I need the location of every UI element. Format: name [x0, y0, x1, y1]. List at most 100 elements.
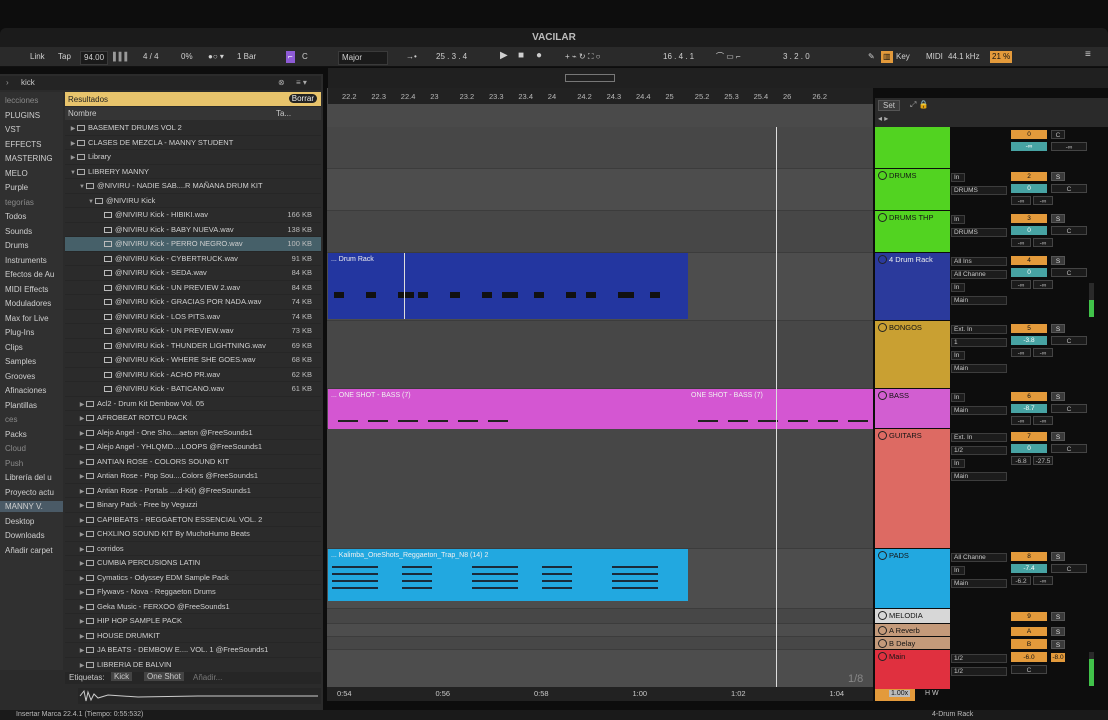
expand-arrow-icon[interactable]: ▶ [78, 659, 86, 671]
io-field[interactable]: 1/2 [951, 446, 1007, 455]
mixer-field[interactable]: -7.4 [1011, 564, 1047, 573]
stop-button[interactable]: ■ [518, 50, 524, 62]
places-item[interactable]: Moduladores [5, 298, 51, 309]
quantize-select[interactable]: 1 Bar [237, 51, 256, 63]
expand-arrow-icon[interactable]: ▶ [69, 137, 77, 150]
io-field[interactable]: In [951, 393, 965, 402]
expand-arrow-icon[interactable]: ▶ [78, 456, 86, 469]
track-fold-icon[interactable] [878, 639, 887, 648]
tempo-field[interactable]: 94.00 [80, 51, 109, 65]
loop-length-field[interactable]: 3 . 2 . 0 [783, 51, 810, 63]
mixer-field[interactable]: -6.8 [1011, 456, 1031, 465]
expand-arrow-icon[interactable]: ▶ [78, 586, 86, 599]
mixer-field[interactable]: S [1051, 640, 1065, 649]
bass-clip[interactable]: ... ONE SHOT - BASS (7) [328, 389, 688, 429]
io-field[interactable]: In [951, 459, 965, 468]
io-field[interactable]: DRUMS [951, 186, 1007, 195]
places-item[interactable]: PLUGINS [5, 110, 40, 121]
io-field[interactable]: Main [951, 579, 1007, 588]
filter-icon[interactable]: ≡ ▾ [296, 78, 307, 87]
tap-button[interactable]: Tap [58, 51, 71, 63]
places-item[interactable]: MIDI Effects [5, 284, 48, 295]
track-header[interactable]: MELODIA [875, 609, 950, 623]
track-lane[interactable] [327, 650, 873, 690]
mixer-field[interactable]: 0 [1011, 268, 1047, 277]
track-lane[interactable] [327, 211, 873, 253]
expand-arrow-icon[interactable]: ▶ [78, 398, 86, 411]
places-item[interactable]: Drums [5, 240, 29, 251]
expand-arrow-icon[interactable]: ▶ [78, 630, 86, 643]
set-button[interactable]: Set [878, 100, 901, 111]
io-field[interactable]: In [951, 283, 965, 292]
expand-arrow-icon[interactable]: ▼ [78, 180, 86, 193]
track-lane[interactable] [327, 637, 873, 650]
mixer-field[interactable]: -∞ [1051, 142, 1087, 151]
track-fold-icon[interactable] [878, 626, 887, 635]
track-header[interactable]: B Delay [875, 637, 950, 649]
browser-row[interactable]: ▶ Library [65, 150, 321, 165]
mixer-field[interactable]: -∞ [1011, 416, 1031, 425]
clear-search-icon[interactable]: ⊗ [278, 78, 285, 87]
places-item[interactable]: Grooves [5, 371, 35, 382]
track-lanes[interactable]: ... Drum Rack ... ONE SHOT - BASS (7) ONE … [327, 127, 873, 690]
mixer-field[interactable]: 0 [1011, 130, 1047, 139]
mixer-field[interactable]: 9 [1011, 612, 1047, 621]
mixer-field[interactable]: S [1051, 392, 1065, 401]
expand-arrow-icon[interactable]: ▶ [78, 470, 86, 483]
mixer-field[interactable]: 6 [1011, 392, 1047, 401]
position-field[interactable]: 25 . 3 . 4 [436, 51, 467, 63]
places-item[interactable]: MASTERING [5, 153, 53, 164]
places-item[interactable]: Packs [5, 429, 27, 440]
browser-row[interactable]: ▶ HOUSE DRUMKIT [65, 629, 321, 643]
places-item[interactable]: MANNY V. [0, 501, 63, 512]
scale-icon[interactable]: ⌐ [286, 51, 295, 63]
track-header[interactable] [875, 127, 950, 168]
expand-arrow-icon[interactable]: ▶ [78, 572, 86, 585]
tag-add[interactable]: Añadir... [193, 673, 222, 682]
browser-row[interactable]: @NIVIRU Kick - LOS PITS.wav 74 KB [65, 310, 321, 324]
nav-arrows-icon[interactable]: ◂ ▸ [878, 114, 888, 123]
metronome-icon[interactable]: ▌▌▌ [113, 51, 130, 63]
browser-row[interactable]: ▶ ANTIAN ROSE - COLORS SOUND KIT [65, 455, 321, 469]
time-ruler[interactable]: 0:54 0:56 0:58 1:00 1:02 1:04 [327, 687, 873, 701]
io-field[interactable]: 1 [951, 338, 1007, 347]
expand-arrow-icon[interactable]: ▼ [87, 195, 95, 208]
places-item[interactable]: EFFECTS [5, 139, 41, 150]
track-header[interactable]: DRUMS [875, 169, 950, 210]
track-header[interactable]: PADS [875, 549, 950, 608]
track-lane[interactable] [327, 609, 873, 624]
browser-row[interactable]: ▶ Alejo Angel - One Sho....aeton @FreeSou… [65, 426, 321, 440]
clear-results-button[interactable]: Borrar [288, 94, 317, 103]
link-button[interactable]: Link [30, 51, 45, 63]
mixer-field[interactable]: C [1051, 444, 1087, 453]
mixer-field[interactable]: -6.2 [1011, 576, 1031, 585]
mixer-field[interactable]: -∞ [1033, 416, 1053, 425]
browser-row[interactable]: ▶ CUMBIA PERCUSIONS LATIN [65, 556, 321, 571]
track-lane[interactable] [327, 624, 873, 637]
mixer-field[interactable]: S [1051, 172, 1065, 181]
mixer-field[interactable]: C [1051, 564, 1087, 573]
scale-select[interactable]: Major [338, 51, 388, 65]
places-item[interactable]: Samples [5, 356, 36, 367]
groove-amount[interactable]: 0% [181, 51, 193, 63]
mixer-field[interactable]: -∞ [1011, 238, 1031, 247]
expand-arrow-icon[interactable]: ▶ [78, 499, 86, 512]
mixer-field[interactable]: C [1051, 184, 1087, 193]
key-map-button[interactable]: Key [896, 51, 910, 63]
mixer-field[interactable]: 8 [1011, 552, 1047, 561]
arrangement-overview[interactable] [328, 68, 1108, 88]
track-lane[interactable] [327, 321, 873, 389]
mixer-field[interactable]: -∞ [1033, 348, 1053, 357]
mixer-field[interactable]: -∞ [1011, 196, 1031, 205]
track-fold-icon[interactable] [878, 611, 887, 620]
browser-row[interactable]: ▶ Antian Rose - Portals ....d-Kit) @FreeS… [65, 484, 321, 498]
zoom-level[interactable]: 1.00x [889, 690, 911, 697]
places-item[interactable]: MELO [5, 168, 28, 179]
places-item[interactable]: Efectos de Au [5, 269, 54, 280]
beat-ruler[interactable]: 22.2 22.3 22.4 23 23.2 23.3 23.4 24 24.2 24.3 24.4… [328, 88, 873, 104]
mixer-field[interactable]: -27.5 [1033, 456, 1053, 465]
mixer-field[interactable]: 3 [1011, 214, 1047, 223]
places-item[interactable]: Plantillas [5, 400, 37, 411]
bass-clip-2[interactable]: ONE SHOT - BASS (7) [688, 389, 873, 429]
mixer-field[interactable]: -∞ [1011, 142, 1047, 151]
